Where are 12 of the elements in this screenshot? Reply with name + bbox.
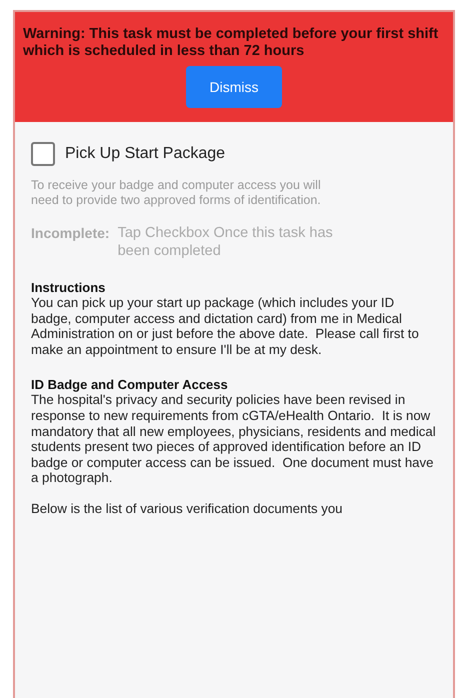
task-title: Pick Up Start Package [65,144,226,164]
section-paragraph: You can pick up your start up package (which includes your ID badge, computer access and dictation card) from me in Medical Administration on or just before the above date. Please call first to make an appointment to ensure I'll be at my desk. [31,295,420,358]
checkbox[interactable] [31,142,55,166]
task-description: To receive your badge and computer access you will need to provide two approved forms of identification. [31,178,321,208]
status-label: Incomplete: [31,224,110,243]
warning-text: Warning: This task must be completed before your first shift which is scheduled in less than 72 hours [23,26,440,60]
section-paragraph: The hospital's privacy and security policies have been revised in response to new requirements from cGTA/eHealth Ontario. It is now mandatory that all new employees, physicians, residents and medical students present two pieces of approved identification before an ID badge or computer access can be issued. One document must have a photograph. [31,392,437,486]
section-heading: Instructions [31,280,106,295]
section-heading: ID Badge and Computer Access [31,377,229,392]
status-hint: Tap Checkbox Once this task has been completed [118,224,334,260]
dismiss-button[interactable]: Dismiss [186,66,282,108]
section-paragraph: Below is the list of various verification documents you [31,500,344,517]
